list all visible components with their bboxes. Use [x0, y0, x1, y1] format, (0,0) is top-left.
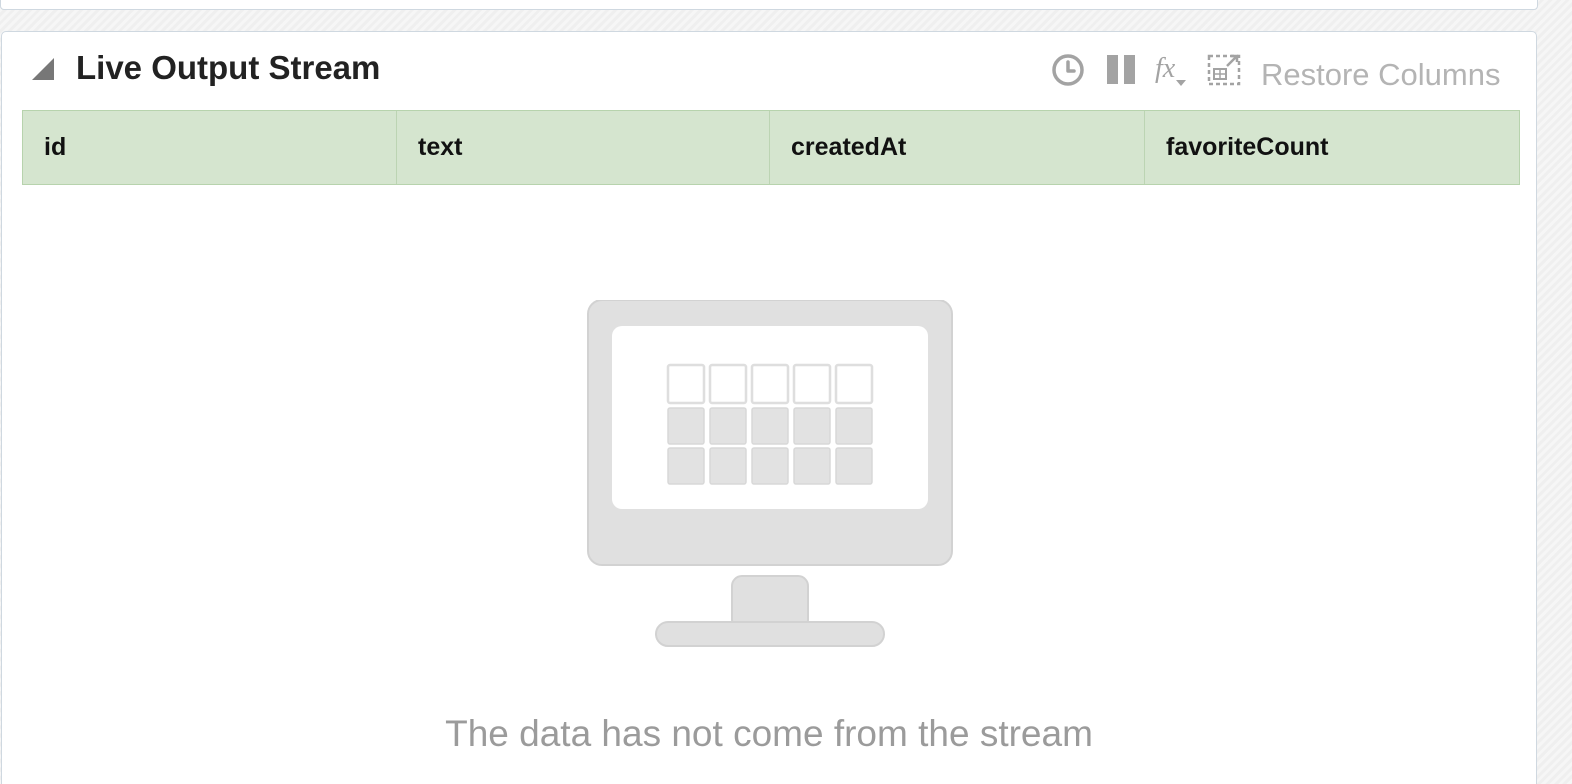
previous-panel — [0, 0, 1538, 10]
restore-columns-button[interactable]: Restore Columns — [1261, 56, 1500, 94]
panel-title: Live Output Stream — [76, 49, 381, 86]
clock-icon[interactable] — [1051, 53, 1085, 92]
table-header: id text createdAt favoriteCount — [22, 110, 1520, 185]
column-header-text[interactable]: text — [397, 111, 770, 184]
svg-text:fx: fx — [1155, 53, 1176, 84]
monitor-icon — [586, 299, 956, 655]
empty-state-message: The data has not come from the stream — [445, 713, 1093, 754]
pause-icon[interactable] — [1105, 53, 1139, 92]
fit-columns-icon[interactable] — [1207, 52, 1243, 93]
collapse-triangle-icon[interactable] — [30, 56, 56, 82]
column-header-id[interactable]: id — [23, 111, 397, 184]
function-icon[interactable]: fx — [1154, 52, 1190, 95]
column-header-favoritecount[interactable]: favoriteCount — [1145, 111, 1519, 184]
column-header-createdat[interactable]: createdAt — [770, 111, 1145, 184]
